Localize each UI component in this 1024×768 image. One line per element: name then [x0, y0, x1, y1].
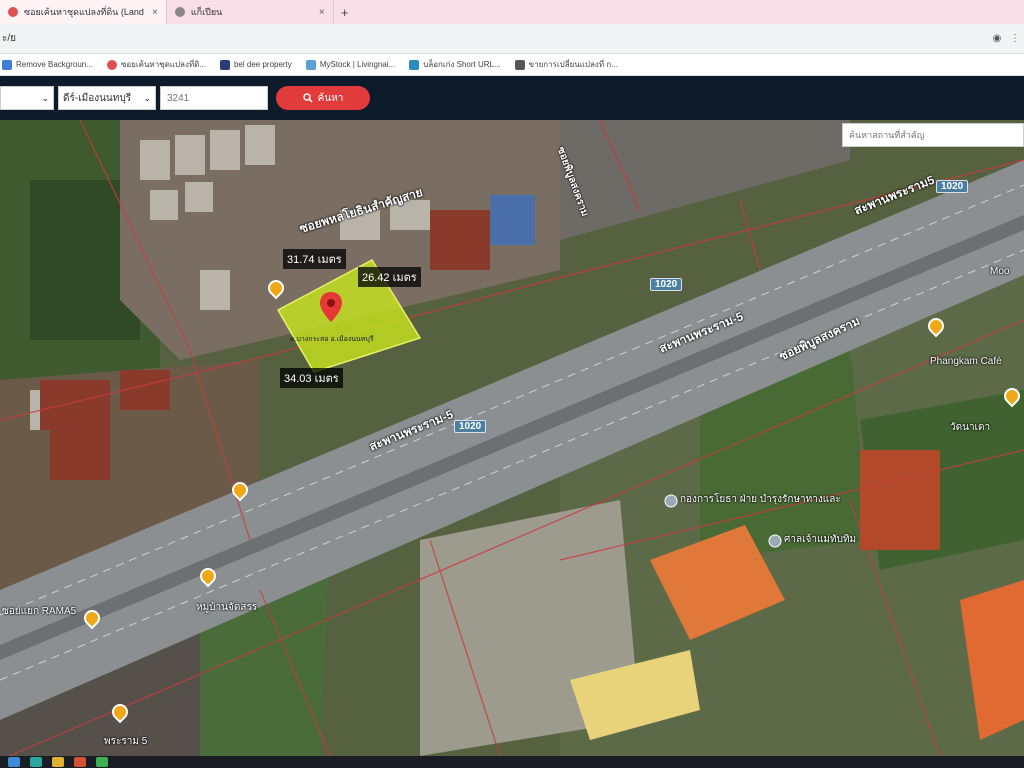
district-value: ดีร์-เมืองนนทบุรี — [63, 92, 132, 104]
poi-label[interactable]: วัดนาเดา — [950, 420, 990, 435]
bookmark-item[interactable]: ขายการเปลี่ยนแปลงที่ ก... — [514, 58, 618, 71]
taskbar-browser-icon[interactable] — [96, 757, 108, 767]
chevron-down-icon: ⌄ — [41, 92, 49, 103]
bookmark-item[interactable]: bel dee property — [219, 59, 292, 70]
route-shield: 1020 — [936, 180, 969, 193]
taskbar-app-icon[interactable] — [74, 757, 86, 767]
tab-label: แก็เปียน — [190, 7, 223, 17]
route-shield: 1020 — [454, 420, 487, 433]
poi-label[interactable]: กองการโยธา ฝ่าย บำรุงรักษาทางและ — [680, 492, 841, 507]
bookmark-item[interactable]: Remove Backgroun... — [2, 59, 93, 70]
poi-label[interactable]: Moo — [990, 266, 1009, 277]
bookmark-item[interactable]: บล็อกเก่ง Short URL... — [409, 58, 501, 71]
bookmark-favicon-icon — [409, 59, 420, 70]
measurement-right: 26.42 เมตร — [358, 267, 421, 287]
tab-second[interactable]: แก็เปียน × — [167, 0, 334, 24]
site-favicon-icon — [174, 7, 185, 17]
land-search-bar: ⌄ ดีร์-เมืองนนทบุรี ⌄ ค้นหา — [0, 76, 1024, 120]
landmark-search-input[interactable] — [842, 123, 1024, 147]
route-shield: 1020 — [650, 278, 683, 291]
bookmark-favicon-icon — [2, 59, 12, 70]
poi-label[interactable]: ศาลเจ้าแม่ทับทิม — [784, 532, 856, 547]
bookmarks-bar: Remove Backgroun... ซอยเค้นหาชุดแปลงที่ด… — [0, 54, 1024, 76]
search-button-label: ค้นหา — [317, 92, 344, 104]
bookmark-label: Remove Backgroun... — [16, 60, 93, 69]
poi-label[interactable]: หมู่บ้านจัดสรร — [196, 600, 257, 615]
taskbar-app-icon[interactable] — [30, 757, 42, 767]
taskbar-folder-icon[interactable] — [52, 757, 64, 767]
close-tab-icon[interactable]: × — [152, 7, 158, 18]
address-bar: ะ/ย ◉ ⋮ — [0, 24, 1024, 54]
browser-tab-bar: ซอยเค้นหาชุดแปลงที่ดิน (LandsMa... × แก็… — [0, 0, 1024, 24]
satellite-map[interactable]: ต.บางกระสอ อ.เมืองนนทบุรี 31.74 เมตร 26.… — [0, 120, 1024, 756]
os-taskbar — [0, 756, 1024, 768]
bookmark-label: บล็อกเก่ง Short URL... — [423, 60, 501, 69]
poi-label[interactable]: Phangkam Café — [930, 356, 1002, 367]
bookmark-item[interactable]: ซอยเค้นหาชุดแปลงที่ดิ... — [106, 58, 206, 71]
bookmark-item[interactable]: MyStock | Livingnai... — [305, 59, 396, 70]
info-place-icon[interactable] — [768, 534, 782, 548]
tab-land-search[interactable]: ซอยเค้นหาชุดแปลงที่ดิน (LandsMa... × — [0, 0, 167, 24]
plot-marker-icon[interactable] — [320, 292, 342, 322]
new-tab-button[interactable]: + — [334, 0, 356, 24]
search-button[interactable]: ค้นหา — [276, 86, 370, 110]
tab-label: ซอยเค้นหาชุดแปลงที่ดิน (LandsMa... — [24, 7, 144, 17]
measurement-bottom: 34.03 เมตร — [280, 368, 343, 388]
parcel-code-input[interactable] — [160, 86, 268, 110]
close-tab-icon[interactable]: × — [319, 7, 325, 18]
search-icon — [302, 93, 313, 103]
cloud-favicon-icon — [305, 59, 316, 70]
url-text[interactable]: ะ/ย — [0, 31, 988, 46]
bookmark-label: MyStock | Livingnai... — [319, 60, 396, 69]
map-pin-favicon-icon — [8, 7, 18, 17]
bookmark-favicon-icon — [514, 59, 525, 70]
chevron-down-icon: ⌄ — [143, 92, 151, 103]
taskbar-app-icon[interactable] — [8, 757, 20, 767]
bookmark-label: ซอยเค้นหาชุดแปลงที่ดิ... — [120, 60, 206, 69]
map-pin-favicon-icon — [106, 59, 117, 70]
kebab-menu-icon[interactable]: ⋮ — [1006, 33, 1024, 44]
info-place-icon[interactable] — [664, 494, 678, 508]
province-select[interactable]: ⌄ — [0, 86, 54, 110]
district-select[interactable]: ดีร์-เมืองนนทบุรี ⌄ — [58, 86, 156, 110]
location-pin-icon[interactable]: ◉ — [988, 33, 1006, 44]
bookmark-favicon-icon — [219, 59, 230, 70]
poi-label[interactable]: ซอยแยก RAMA5 — [2, 604, 76, 619]
bookmark-label: bel dee property — [233, 60, 292, 69]
poi-label[interactable]: พระราม 5 — [104, 734, 147, 749]
bookmark-label: ขายการเปลี่ยนแปลงที่ ก... — [528, 60, 618, 69]
measurement-top: 31.74 เมตร — [283, 249, 346, 269]
plot-caption: ต.บางกระสอ อ.เมืองนนทบุรี — [290, 336, 374, 343]
